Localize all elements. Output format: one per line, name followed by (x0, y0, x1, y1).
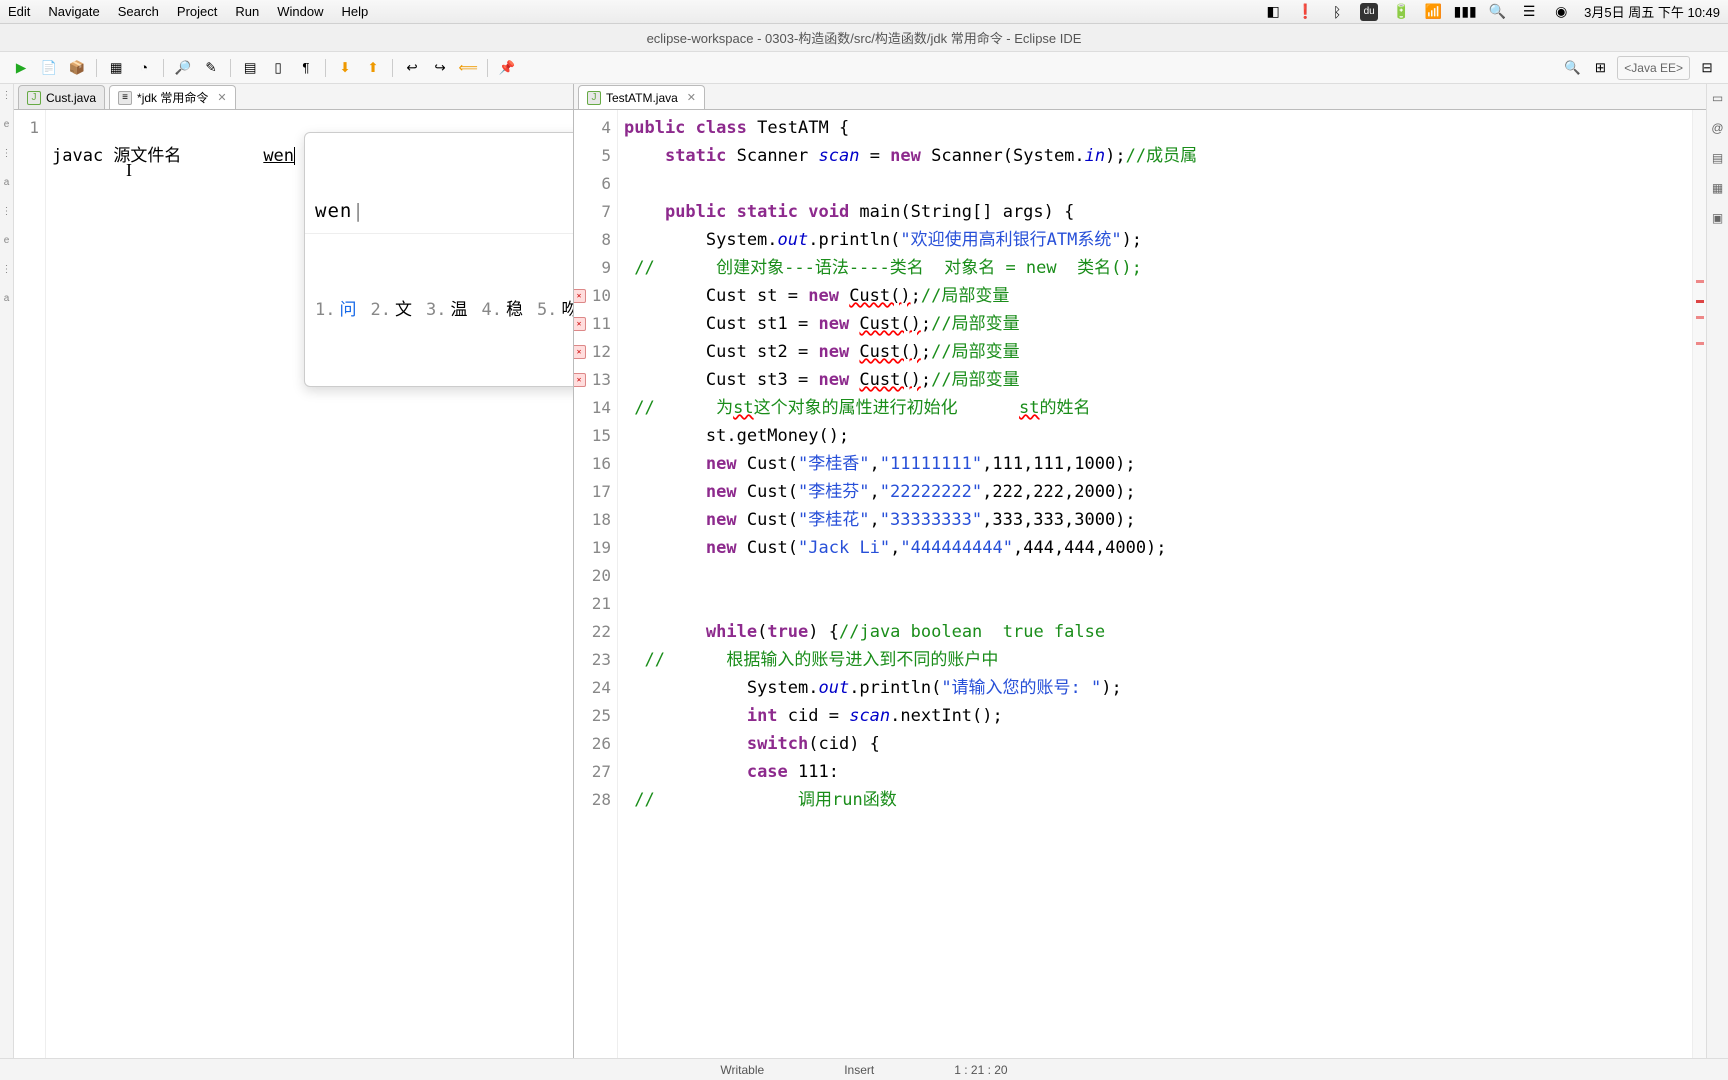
main-area: ⋮e⋮a⋮e⋮a J Cust.java ≡ *jdk 常用命令 ✕ 1 (0, 84, 1728, 1058)
open-perspective-button[interactable]: ⊞ (1589, 57, 1611, 79)
window-title: eclipse-workspace - 0303-构造函数/src/构造函数/j… (647, 28, 1082, 47)
bluetooth-icon[interactable]: ᛒ (1328, 3, 1346, 21)
separator (96, 59, 97, 77)
back-button[interactable]: ↪ (429, 57, 451, 79)
status-icon-du[interactable]: du (1360, 3, 1378, 21)
perspective-java-ee-button[interactable]: ⊟ (1696, 57, 1718, 79)
run-button[interactable]: ▶ (10, 57, 32, 79)
separator (230, 59, 231, 77)
error-marker-icon[interactable]: ✕ (574, 373, 586, 387)
window-titlebar: eclipse-workspace - 0303-构造函数/src/构造函数/j… (0, 24, 1728, 52)
status-icon-notification[interactable]: ❗ (1296, 3, 1314, 21)
siri-icon[interactable]: ◉ (1552, 3, 1570, 21)
left-gutter: 1 (14, 110, 46, 1058)
ime-candidate-4[interactable]: 4. 稳 (481, 296, 522, 324)
left-view-gutter: ⋮e⋮a⋮e⋮a (0, 84, 14, 1058)
search-button[interactable]: 🔎 (172, 57, 194, 79)
error-marker-icon[interactable]: ✕ (574, 317, 586, 331)
error-marker-icon[interactable]: ✕ (574, 345, 586, 359)
battery-icon[interactable]: 🔋 (1392, 3, 1410, 21)
separator (325, 59, 326, 77)
problems-icon[interactable]: ▦ (1710, 180, 1726, 196)
annotation-prev-button[interactable]: ⬆ (362, 57, 384, 79)
block-selection-button[interactable]: ▯ (267, 57, 289, 79)
new-project-button[interactable]: 📄 (38, 57, 60, 79)
battery-level-icon[interactable]: ▮▮▮ (1456, 3, 1474, 21)
menu-search[interactable]: Search (118, 4, 159, 19)
last-edit-button[interactable]: ↩ (401, 57, 423, 79)
ime-candidate-3[interactable]: 3. 温 (426, 296, 467, 324)
right-code-area[interactable]: public class TestATM { static Scanner sc… (618, 110, 1692, 1058)
new-button[interactable]: ▦ (105, 57, 127, 79)
close-icon[interactable]: ✕ (687, 91, 696, 104)
menu-project[interactable]: Project (177, 4, 217, 19)
mark-occurrences-button[interactable]: ▤ (239, 57, 261, 79)
editor-container: J Cust.java ≡ *jdk 常用命令 ✕ 1 javac 源文件名 w… (14, 84, 1706, 1058)
ime-input-display: wen (305, 189, 573, 234)
tab-jdk-commands[interactable]: ≡ *jdk 常用命令 ✕ (109, 85, 236, 109)
status-position: 1 : 21 : 20 (954, 1063, 1007, 1077)
right-editor-body[interactable]: 45678910✕11✕12✕13✕1415161718192021222324… (574, 110, 1706, 1058)
text-cursor (294, 147, 295, 165)
right-gutter: 45678910✕11✕12✕13✕1415161718192021222324… (574, 110, 618, 1058)
snippets-icon[interactable]: ▣ (1710, 210, 1726, 226)
perspective-selector[interactable]: <Java EE> (1617, 56, 1690, 80)
perspective-label: <Java EE> (1624, 61, 1683, 75)
status-writable: Writable (720, 1063, 764, 1077)
left-editor-body[interactable]: 1 javac 源文件名 wen I wen 1. 问 2. 文 3. 温 4.… (14, 110, 573, 1058)
tab-testatm-java[interactable]: J TestATM.java ✕ (578, 85, 705, 109)
outline-view-icon[interactable]: ▭ (1710, 90, 1726, 106)
ime-popup: wen 1. 问 2. 文 3. 温 4. 稳 5. 吻 < > (304, 132, 573, 387)
tab-label: TestATM.java (606, 91, 678, 105)
right-view-gutter: ▭ @ ▤ ▦ ▣ (1706, 84, 1728, 1058)
pin-editor-button[interactable]: 📌 (496, 57, 518, 79)
control-center-icon[interactable]: ☰ (1520, 3, 1538, 21)
java-file-icon: J (27, 91, 41, 105)
search-toolbar-button[interactable]: 🔍 (1561, 57, 1583, 79)
left-editor-pane: J Cust.java ≡ *jdk 常用命令 ✕ 1 javac 源文件名 w… (14, 84, 574, 1058)
ime-candidate-2[interactable]: 2. 文 (370, 296, 411, 324)
wifi-icon[interactable]: 📶 (1424, 3, 1442, 21)
toggle-button[interactable]: ✎ (200, 57, 222, 79)
error-marker-icon[interactable]: ✕ (574, 289, 586, 303)
status-mode: Insert (844, 1063, 874, 1077)
clock[interactable]: 3月5日 周五 下午 10:49 (1584, 2, 1720, 21)
menu-navigate[interactable]: Navigate (48, 4, 99, 19)
show-whitespace-button[interactable]: ¶ (295, 57, 317, 79)
menu-run[interactable]: Run (235, 4, 259, 19)
left-code-area[interactable]: javac 源文件名 wen I wen 1. 问 2. 文 3. 温 4. 稳… (46, 110, 573, 1058)
separator (163, 59, 164, 77)
menu-help[interactable]: Help (342, 4, 369, 19)
status-icon-1[interactable]: ◧ (1264, 3, 1282, 21)
ime-candidates: 1. 问 2. 文 3. 温 4. 稳 5. 吻 < > (305, 290, 573, 330)
spotlight-icon[interactable]: 🔍 (1488, 3, 1506, 21)
separator (487, 59, 488, 77)
code-text: javac 源文件名 (52, 146, 181, 166)
eclipse-toolbar: ▶ 📄 📦 ▦ ◔ 🔎 ✎ ▤ ▯ ¶ ⬇ ⬆ ↩ ↪ ⟸ 📌 🔍 ⊞ <Jav… (0, 52, 1728, 84)
open-type-button[interactable]: ◔ (133, 57, 155, 79)
macos-menubar: Edit Navigate Search Project Run Window … (0, 0, 1728, 24)
forward-button[interactable]: ⟸ (457, 57, 479, 79)
ime-composition: wen (263, 146, 294, 166)
menu-edit[interactable]: Edit (8, 4, 30, 19)
task-list-icon[interactable]: @ (1710, 120, 1726, 136)
tab-label: Cust.java (46, 91, 96, 105)
ime-candidate-1[interactable]: 1. 问 (315, 296, 356, 324)
new-package-button[interactable]: 📦 (66, 57, 88, 79)
bookmarks-icon[interactable]: ▤ (1710, 150, 1726, 166)
statusbar: Writable Insert 1 : 21 : 20 (0, 1058, 1728, 1080)
right-editor-pane: J TestATM.java ✕ 45678910✕11✕12✕13✕14151… (574, 84, 1706, 1058)
overview-ruler[interactable] (1692, 110, 1706, 1058)
close-icon[interactable]: ✕ (217, 91, 226, 104)
separator (392, 59, 393, 77)
annotation-next-button[interactable]: ⬇ (334, 57, 356, 79)
java-file-icon: J (587, 91, 601, 105)
ime-candidate-5[interactable]: 5. 吻 (537, 296, 573, 324)
tab-cust-java[interactable]: J Cust.java (18, 85, 105, 109)
left-tab-row: J Cust.java ≡ *jdk 常用命令 ✕ (14, 84, 573, 110)
right-tab-row: J TestATM.java ✕ (574, 84, 1706, 110)
menu-window[interactable]: Window (277, 4, 323, 19)
text-file-icon: ≡ (118, 91, 132, 105)
tab-label: *jdk 常用命令 (137, 89, 208, 106)
